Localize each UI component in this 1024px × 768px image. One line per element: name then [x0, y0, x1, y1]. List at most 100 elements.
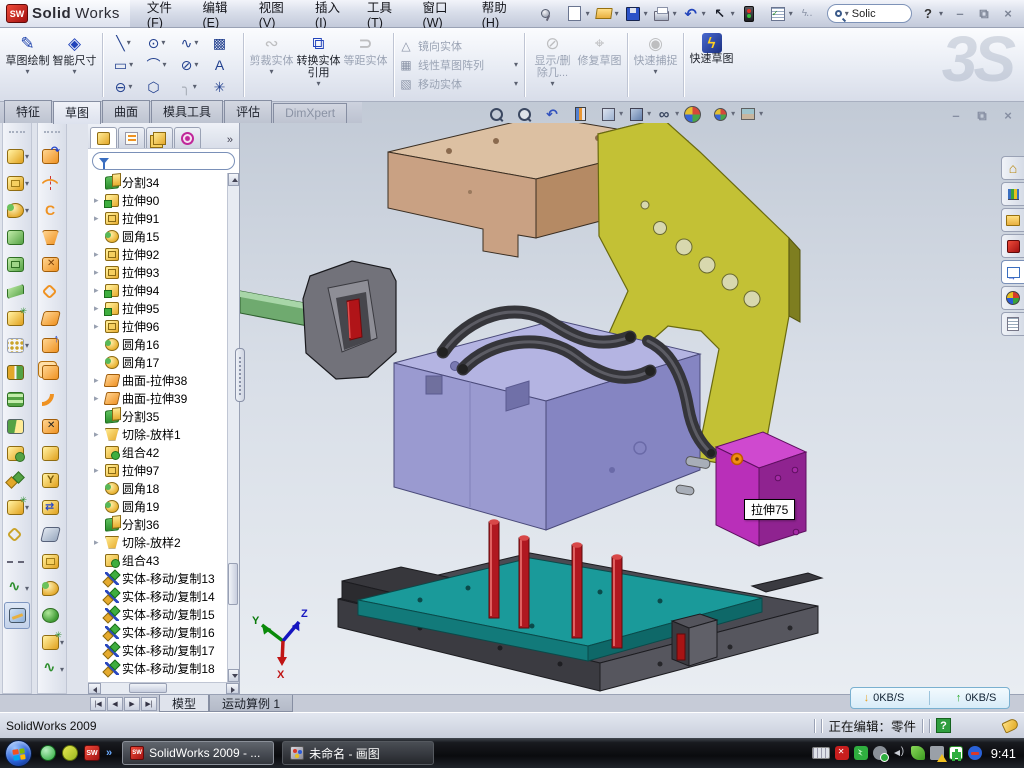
- appearances-tab[interactable]: [1001, 286, 1024, 310]
- expand-arrow-icon[interactable]: ▸: [94, 537, 102, 548]
- tree-item[interactable]: ▸ 实体-移动/复制17: [94, 641, 227, 659]
- tree-item[interactable]: ▸ 圆角15: [94, 227, 227, 245]
- viewport-3d-scene[interactable]: Y Z X: [240, 123, 1024, 694]
- dropdown-caret-icon[interactable]: ▾: [586, 10, 590, 18]
- toolbar-overflow-icon[interactable]: ϟ‥ ▾: [795, 3, 823, 25]
- extruded-cut-icon[interactable]: ▾: [3, 170, 31, 197]
- panel-splitter[interactable]: [235, 348, 245, 402]
- ribbon-tab[interactable]: 特征: [4, 100, 52, 123]
- convert-entities-button[interactable]: 转换实体引用 ▾: [295, 31, 342, 99]
- tree-item[interactable]: ▸ 实体-移动/复制18: [94, 659, 227, 677]
- tree-item[interactable]: ▸ 切除-放样2: [94, 533, 227, 551]
- split-icon[interactable]: ▾: [3, 413, 31, 440]
- hole-icon[interactable]: ▾: [38, 629, 66, 656]
- tree-item[interactable]: ▸ 实体-移动/复制16: [94, 623, 227, 641]
- tray-keyboard-icon[interactable]: [812, 747, 830, 759]
- quick-tips-icon[interactable]: ?: [936, 718, 951, 733]
- pin-icon[interactable]: ▾: [534, 3, 562, 25]
- dropdown-caret-icon[interactable]: ▾: [731, 10, 735, 18]
- restore-button[interactable]: ⧉: [976, 6, 992, 22]
- replace-face-icon[interactable]: ▾: [38, 440, 66, 467]
- expand-arrow-icon[interactable]: ▸: [94, 393, 102, 404]
- slide-insert-part[interactable]: [303, 261, 396, 379]
- tree-filter-input[interactable]: [92, 152, 235, 170]
- ribbon-tab[interactable]: 评估: [224, 100, 272, 123]
- search-caret-icon[interactable]: ▾: [845, 10, 849, 18]
- extruded-boss-icon[interactable]: ▾: [3, 143, 31, 170]
- boundary-surface-icon[interactable]: ▾: [38, 251, 66, 278]
- draft-icon[interactable]: ▾: [3, 278, 31, 305]
- toolbox-tab[interactable]: [1001, 234, 1024, 258]
- tray-volume-icon[interactable]: [892, 746, 906, 760]
- scroll-right-icon[interactable]: [226, 683, 239, 694]
- tab-nav-button[interactable]: ◀: [107, 697, 123, 711]
- print-icon[interactable]: ▾: [650, 3, 678, 25]
- taskbar-clock[interactable]: 9:41: [991, 746, 1016, 761]
- hole-wizard-icon[interactable]: ▾: [3, 305, 31, 332]
- design-library-tab[interactable]: [1001, 208, 1024, 232]
- delete-body-icon[interactable]: ▾: [3, 521, 31, 548]
- zoom-fit-icon[interactable]: ▾: [486, 105, 511, 123]
- tree-item[interactable]: ▸ 拉伸96: [94, 317, 227, 335]
- expand-arrow-icon[interactable]: ▸: [94, 285, 102, 296]
- swept-surface-icon[interactable]: ▾: [38, 143, 66, 170]
- planar-surface-icon[interactable]: ▾: [38, 305, 66, 332]
- ellipse-icon[interactable]: ⊘ ▾: [173, 54, 206, 76]
- open-file-icon[interactable]: ▾: [592, 3, 620, 25]
- tree-item[interactable]: ▸ 分割35: [94, 407, 227, 425]
- dropdown-caret-icon[interactable]: ▾: [615, 10, 619, 18]
- tree-item[interactable]: ▸ 拉伸95: [94, 299, 227, 317]
- tree-item[interactable]: ▸ 分割34: [94, 173, 227, 191]
- tree-item[interactable]: ▸ 实体-移动/复制15: [94, 605, 227, 623]
- tray-security-icon[interactable]: [949, 746, 963, 760]
- sketch-button[interactable]: 草图绘制 ▾: [4, 31, 51, 99]
- tray-network-warning-icon[interactable]: [930, 746, 944, 760]
- arc-icon[interactable]: ⌒ ▾: [140, 54, 173, 76]
- mirror-icon[interactable]: ▾: [3, 359, 31, 386]
- section-view-icon[interactable]: ▾: [570, 105, 595, 123]
- offset-surface-icon[interactable]: ▾: [38, 332, 66, 359]
- dropdown-caret-icon[interactable]: ▾: [789, 10, 793, 18]
- apply-scene-icon[interactable]: ▾: [710, 105, 735, 123]
- smart-dimension-button[interactable]: 智能尺寸 ▾: [51, 31, 98, 99]
- minimize-button[interactable]: –: [952, 6, 968, 22]
- side-cavity-block-part[interactable]: [716, 432, 806, 546]
- select-cursor-icon[interactable]: ↖ ▾: [708, 3, 736, 25]
- tree-item[interactable]: ▸ 拉伸93: [94, 263, 227, 281]
- cylinder-icon[interactable]: ▾: [38, 602, 66, 629]
- edit-appearance-icon[interactable]: ▾: [682, 105, 707, 123]
- home-tab[interactable]: [1001, 156, 1024, 180]
- search-input[interactable]: ▾ Solic: [827, 4, 912, 23]
- circle-icon[interactable]: ⊙ ▾: [140, 32, 173, 54]
- previous-view-icon[interactable]: ▾: [542, 105, 567, 123]
- expand-arrow-icon[interactable]: ▸: [94, 465, 102, 476]
- tree-item[interactable]: ▸ 圆角18: [94, 479, 227, 497]
- options-icon[interactable]: ▾: [766, 3, 794, 25]
- thicken-icon[interactable]: ▾: [38, 575, 66, 602]
- extend-surface-icon[interactable]: ▾: [38, 494, 66, 521]
- helix-icon[interactable]: ▾: [3, 575, 31, 602]
- insert-part-icon[interactable]: ▾: [3, 494, 31, 521]
- scrollbar-thumb[interactable]: [228, 563, 238, 605]
- view-orientation-icon[interactable]: ▾: [598, 105, 623, 123]
- expand-arrow-icon[interactable]: ▸: [94, 429, 102, 440]
- tree-item[interactable]: ▸ 拉伸91: [94, 209, 227, 227]
- tree-item[interactable]: ▸ 拉伸94: [94, 281, 227, 299]
- expand-arrow-icon[interactable]: ▸: [94, 213, 102, 224]
- curve-icon[interactable]: ▾: [3, 548, 31, 575]
- tray-shield-icon[interactable]: [854, 746, 868, 760]
- tree-item[interactable]: ▸ 切除-放样1: [94, 425, 227, 443]
- rib-icon[interactable]: ▾: [3, 386, 31, 413]
- polygon-icon[interactable]: ⬡ ▾: [140, 76, 173, 98]
- custom-properties-tab[interactable]: [1001, 312, 1024, 336]
- slot-icon[interactable]: ⊖ ▾: [107, 76, 140, 98]
- model-tab[interactable]: 模型: [159, 695, 209, 712]
- rebuild-traffic-light-icon[interactable]: ▾: [737, 3, 765, 25]
- tree-item[interactable]: ▸ 圆角16: [94, 335, 227, 353]
- filled-surface-icon[interactable]: ▾: [38, 278, 66, 305]
- zoom-area-icon[interactable]: ▾: [514, 105, 539, 123]
- tree-item[interactable]: ▸ 曲面-拉伸39: [94, 389, 227, 407]
- ribbon-tab[interactable]: DimXpert: [273, 103, 347, 123]
- expand-arrow-icon[interactable]: ▸: [94, 321, 102, 332]
- scroll-left-icon[interactable]: [88, 683, 101, 694]
